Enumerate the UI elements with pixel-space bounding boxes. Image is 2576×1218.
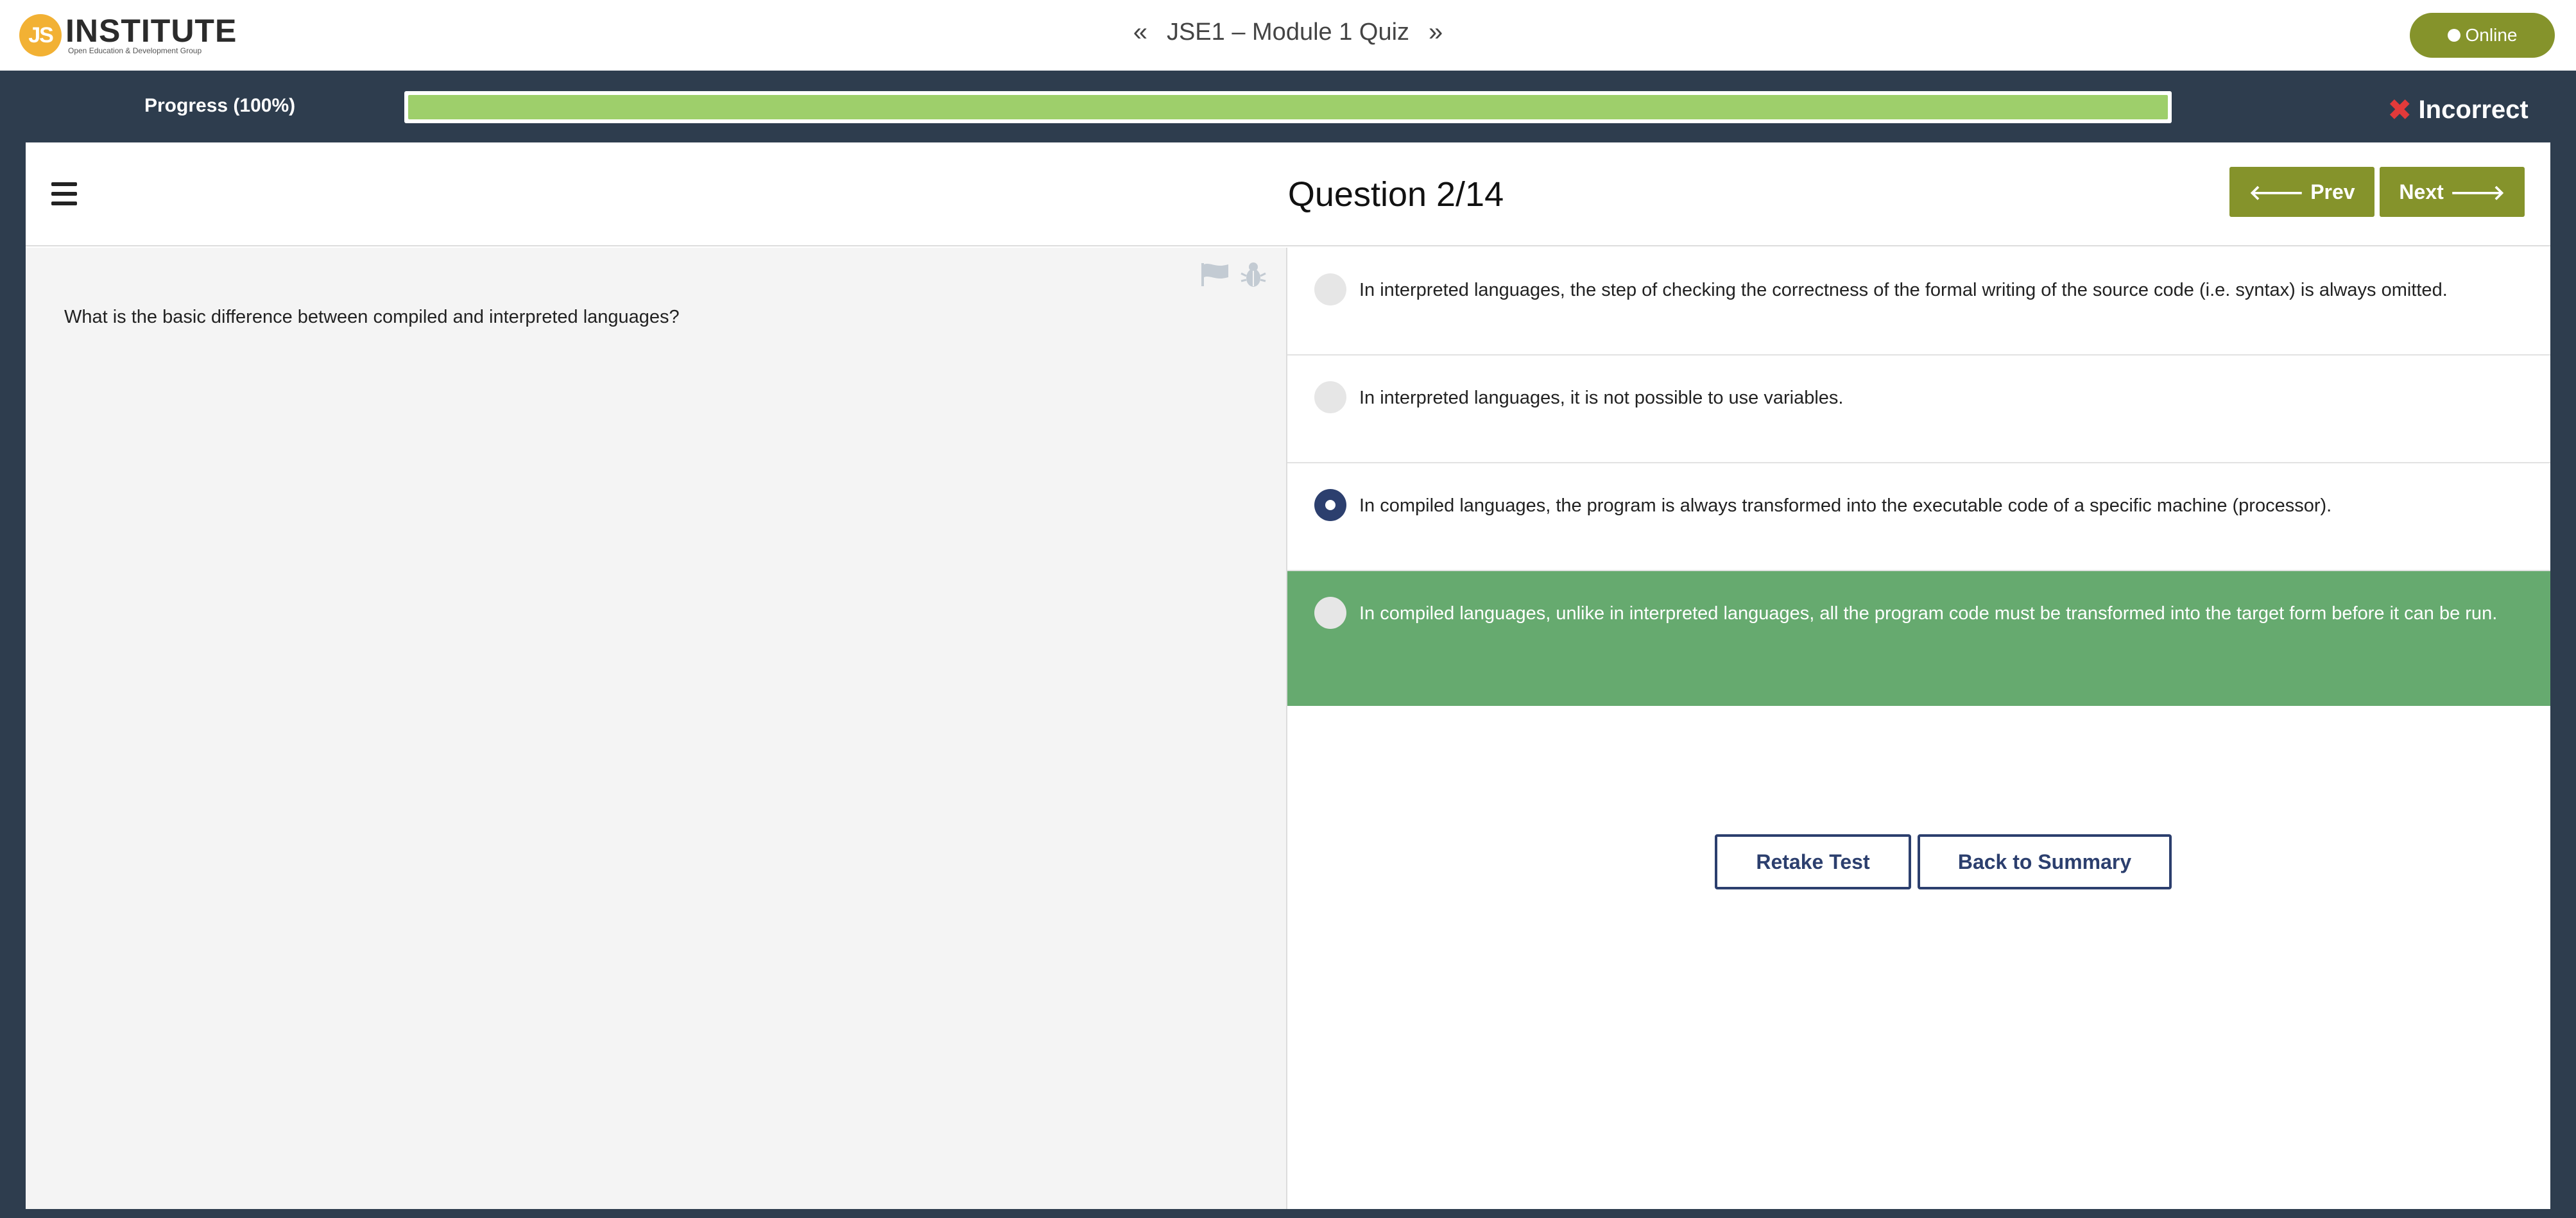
answers-pane: In interpreted languages, the step of ch…	[1287, 248, 2550, 1209]
top-header: JS INSTITUTE Open Education & Developmen…	[0, 0, 2576, 71]
prev-button-label: Prev	[2310, 180, 2355, 203]
prev-button[interactable]: 🡐 Prev	[2229, 167, 2374, 217]
radio-button-selected[interactable]	[1314, 489, 1346, 521]
answer-option[interactable]: In compiled languages, the program is al…	[1287, 463, 2550, 571]
result-label: Incorrect	[2418, 95, 2529, 124]
answer-option-correct[interactable]: In compiled languages, unlike in interpr…	[1287, 571, 2550, 706]
answer-option[interactable]: In interpreted languages, it is not poss…	[1287, 356, 2550, 463]
question-pane: What is the basic difference between com…	[26, 248, 1287, 1209]
next-button-label: Next	[2399, 180, 2444, 203]
double-chevron-left-icon[interactable]: «	[1133, 18, 1147, 47]
arrow-left-icon: 🡐	[2249, 180, 2305, 204]
retake-test-button[interactable]: Retake Test	[1715, 834, 1911, 889]
quiz-title: JSE1 – Module 1 Quiz	[1166, 19, 1410, 46]
question-text: What is the basic difference between com…	[64, 307, 680, 327]
flag-icon[interactable]	[1200, 262, 1230, 287]
progress-label: Progress (100%)	[144, 95, 296, 116]
answer-text: In compiled languages, unlike in interpr…	[1359, 603, 2498, 624]
answer-text: In interpreted languages, it is not poss…	[1359, 388, 1844, 408]
radio-button[interactable]	[1314, 381, 1346, 413]
double-chevron-right-icon[interactable]: »	[1429, 18, 1443, 47]
arrow-right-icon: 🡒	[2450, 180, 2505, 204]
close-icon: ✖	[2387, 93, 2412, 126]
result-status: ✖ Incorrect	[2387, 92, 2529, 127]
radio-button[interactable]	[1314, 273, 1346, 305]
back-to-summary-button[interactable]: Back to Summary	[1918, 834, 2172, 889]
radio-button[interactable]	[1314, 597, 1346, 629]
progress-bar	[404, 91, 2172, 123]
online-status-label: Online	[2465, 25, 2518, 45]
progress-bar-fill	[408, 95, 2168, 119]
status-dot-icon	[2447, 29, 2460, 42]
next-button[interactable]: Next 🡒	[2380, 167, 2525, 217]
question-number-title: Question 2/14	[1287, 175, 1504, 214]
quiz-nav: « JSE1 – Module 1 Quiz »	[0, 18, 2576, 47]
logo-tagline: Open Education & Development Group	[68, 46, 202, 55]
bug-icon[interactable]	[1240, 261, 1267, 289]
answer-option[interactable]: In interpreted languages, the step of ch…	[1287, 248, 2550, 356]
progress-row: Progress (100%) ✖ Incorrect	[0, 71, 2576, 142]
question-header: Question 2/14 🡐 Prev Next 🡒	[26, 142, 2550, 246]
answer-text: In interpreted languages, the step of ch…	[1359, 280, 2448, 300]
quiz-panel: Question 2/14 🡐 Prev Next 🡒 What is the …	[26, 142, 2550, 1209]
online-status-button[interactable]: Online	[2410, 13, 2555, 58]
answer-text: In compiled languages, the program is al…	[1359, 495, 2332, 516]
